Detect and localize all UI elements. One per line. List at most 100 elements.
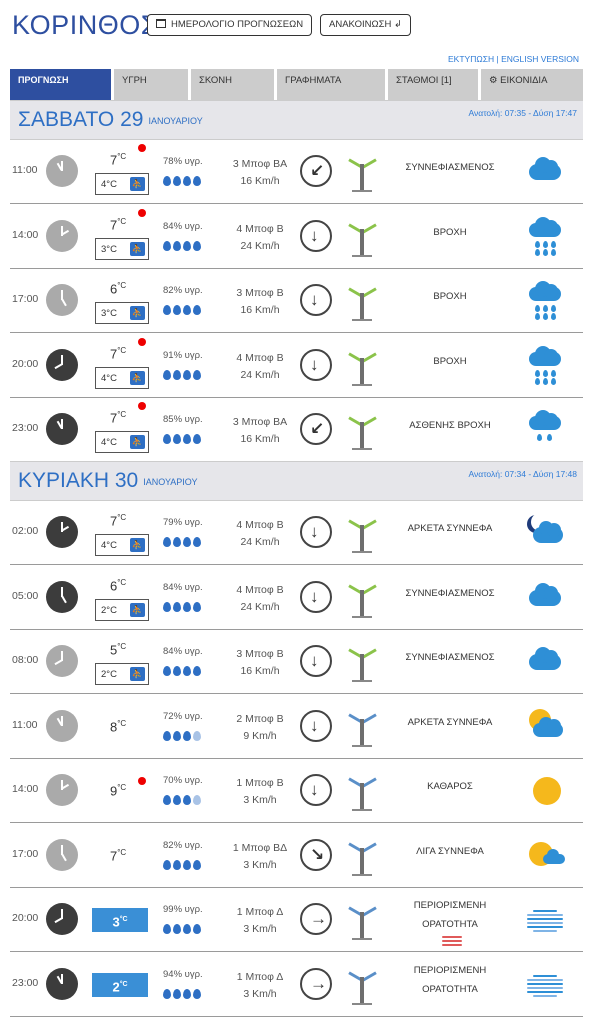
humidity: 99% υγρ.	[163, 904, 203, 915]
temperature-unit: °C	[117, 281, 127, 290]
drop-icon	[173, 859, 181, 870]
tab-stations[interactable]: ΣΤΑΘΜΟΙ [1]	[388, 69, 481, 100]
forecast-time: 11:00	[12, 164, 38, 176]
weather-icon-cloudy	[525, 642, 565, 682]
feels-like-box: 3°C ⛹	[95, 302, 149, 324]
humidity: 79% υγρ.	[163, 517, 203, 528]
tab-stations-label: ΣΤΑΘΜΟΙ [1]	[396, 75, 452, 86]
temperature-unit: °C	[117, 152, 127, 161]
weather-icon-moonclouds	[525, 513, 565, 553]
high-temp-indicator	[138, 337, 146, 346]
wind-speed: 3 Km/h	[243, 987, 277, 1000]
drop-icon	[173, 601, 181, 612]
temperature: 7°C	[110, 346, 126, 361]
clock-hour-hand	[61, 784, 70, 790]
temperature: 6°C	[110, 578, 126, 593]
humidity-drops	[163, 599, 203, 617]
english-version-link[interactable]: ENGLISH VERSION	[501, 54, 579, 64]
raindrop-shape	[551, 369, 556, 377]
drop-icon	[193, 924, 201, 934]
feels-like-box: 2°C ⛹	[95, 598, 149, 621]
calendar-button[interactable]: ΗΜΕΡΟΛΟΓΙΟ ΠΡΟΓΝΩΣΕΩΝ	[147, 14, 313, 36]
wind-beaufort: 2 Μποφ Β	[236, 712, 284, 725]
humidity-drops	[163, 986, 203, 1004]
wind-speed: 24 Km/h	[240, 368, 280, 381]
wind-info: 3 Μποφ Β 16 Km/h	[216, 646, 304, 680]
tab-forecast[interactable]: ΠΡΟΓΝΩΣΗ	[10, 69, 114, 100]
tab-humidity[interactable]: ΥΓΡΗ	[114, 69, 191, 100]
drop-icon	[163, 988, 171, 999]
wind-info: 4 Μποφ Β 24 Km/h	[216, 221, 304, 255]
sun-shape	[533, 777, 561, 805]
turbine-base	[352, 680, 372, 682]
wind-arrow: ↙	[310, 161, 325, 180]
wind-turbine-icon	[346, 771, 378, 811]
wind-direction-icon: ↘	[300, 838, 332, 871]
person-icon: ⛹	[130, 602, 145, 617]
raindrop-shape	[547, 434, 552, 441]
fog-line-shape	[527, 978, 563, 981]
announcement-button[interactable]: ΑΝΑΚΟΙΝΩΣΗ ↲	[320, 14, 411, 36]
drop-icon	[173, 666, 181, 676]
wind-turbine-icon	[346, 900, 378, 940]
wind-direction-icon: ↙	[300, 155, 332, 187]
wind-info: 3 Μποφ ΒΑ 16 Km/h	[216, 414, 304, 448]
tab-icons[interactable]: ⚙ ΕΙΚΟΝΙΔΙΑ	[481, 69, 583, 100]
forecast-row: 23:00 2°C 94% υγρ. 1 Μποφ Δ 3 Km/h → ΠΕΡΙΟΡΙΣΜ…	[10, 953, 583, 1017]
wind-arrow: ↓	[310, 354, 319, 374]
tab-icons-label: ΕΙΚΟΝΙΔΙΑ	[500, 75, 548, 86]
wind-turbine-icon	[346, 152, 378, 192]
day-header: ΣΑΒΒΑΤΟ 29 ΙΑΝΟΥΑΡΙΟΥ Ανατολή: 07:35 - Δύσ…	[10, 100, 583, 140]
drop-icon	[163, 369, 171, 380]
clock-icon	[46, 709, 78, 742]
forecast-time: 14:00	[12, 228, 39, 241]
humidity-drops	[163, 534, 203, 552]
warning-line	[442, 940, 462, 942]
turbine-blade	[362, 416, 377, 427]
wind-speed: 16 Km/h	[240, 433, 280, 445]
wind-info: 3 Μποφ Β 16 Km/h	[216, 285, 304, 319]
temperature: 9°C	[110, 783, 126, 798]
turbine-blade	[362, 841, 377, 853]
weather-description: ΣΥΝΝΕΦΙΑΣΜΕΝΟΣ	[405, 587, 495, 599]
temperature: 7°C	[110, 152, 126, 167]
high-temp-indicator	[138, 144, 146, 152]
weather-description: ΣΥΝΝΕΦΙΑΣΜΕΝΟΣ	[405, 652, 495, 663]
drop-icon	[163, 176, 171, 186]
weather-description: ΠΕΡΙΟΡΙΣΜΕΝΗ ΟΡΑΤΟΤΗΤΑ	[413, 964, 487, 995]
clock-icon	[46, 155, 78, 187]
humidity: 78% υγρ.	[163, 156, 203, 167]
forecast-time: 08:00	[12, 654, 39, 666]
print-link[interactable]: ΕΚΤΥΠΩΣΗ	[448, 54, 494, 64]
wind-arrow: ↙	[310, 419, 325, 438]
tab-graphs[interactable]: ΓΡΑΦΗΜΑΤΑ	[277, 69, 388, 100]
drop-icon	[183, 537, 191, 547]
wind-arrow: →	[310, 909, 327, 928]
drop-icon	[163, 601, 171, 612]
wind-speed: 16 Km/h	[240, 304, 280, 316]
turbine-mast	[360, 847, 364, 876]
forecast-row: 08:00 5°C 2°C ⛹ 84% υγρ. 3 Μποφ Β 16 Km/h ↓ ΣΥΝΝ…	[10, 630, 583, 694]
announcement-button-label: ΑΝΑΚΟΙΝΩΣΗ	[329, 19, 392, 30]
drop-icon	[183, 434, 191, 444]
fog-line-shape	[527, 982, 563, 985]
wind-speed: 24 Km/h	[240, 239, 280, 252]
raindrop-shape	[535, 240, 540, 248]
top-links: ΕΚΤΥΠΩΣΗ | ENGLISH VERSION	[448, 54, 579, 64]
turbine-mast	[360, 422, 364, 450]
turbine-base	[352, 190, 372, 192]
drop-icon	[193, 369, 201, 380]
forecast-time: 20:00	[12, 912, 39, 924]
wind-arrow: ↓	[310, 651, 319, 670]
fog-line-shape	[533, 994, 557, 997]
fog-line-shape	[527, 918, 563, 920]
drop-icon	[183, 240, 191, 251]
feels-like-value: 4°C	[101, 437, 117, 448]
temperature-unit: °C	[117, 410, 127, 419]
drop-icon	[193, 666, 201, 676]
wind-info: 4 Μποφ Β 24 Km/h	[216, 350, 304, 384]
forecast-time: 11:00	[12, 718, 38, 731]
weather-icon-cloudy	[525, 152, 565, 192]
tab-dust[interactable]: ΣΚΟΝΗ	[191, 69, 277, 100]
temperature-unit: °C	[117, 847, 127, 857]
